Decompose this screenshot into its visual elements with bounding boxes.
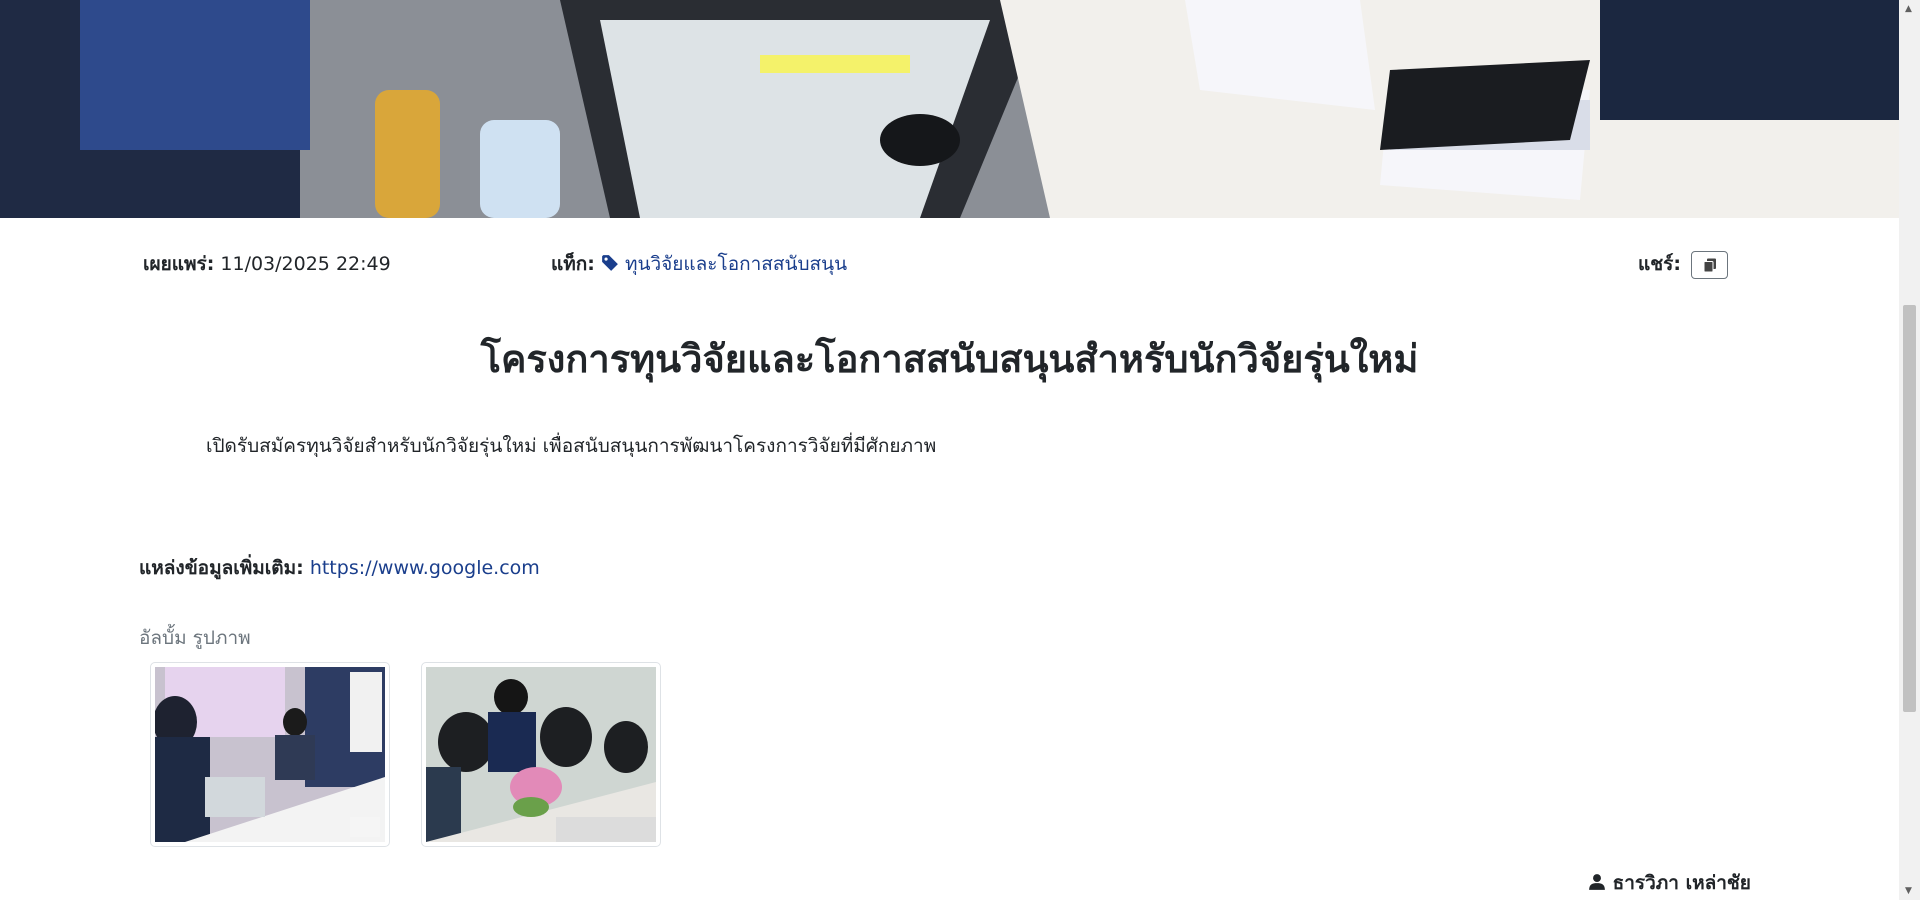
- source-section: แหล่งข้อมูลเพิ่มเติม: https://www.google…: [139, 553, 540, 583]
- album-photo-1[interactable]: [150, 662, 390, 847]
- tag-meta: แท็ก: ทุนวิจัยและโอกาสสนับสนุน: [551, 249, 847, 279]
- published-label: เผยแพร่:: [143, 253, 215, 275]
- copy-icon: [1703, 254, 1717, 276]
- tag-label: แท็ก:: [551, 253, 595, 275]
- scrollbar[interactable]: ▲ ▼: [1899, 0, 1920, 900]
- page-title: โครงการทุนวิจัยและโอกาสสนับสนุนสำหรับนัก…: [480, 337, 1419, 381]
- author: ธารวิภา เหล่าชัย: [1588, 868, 1751, 898]
- scrollbar-thumb[interactable]: [1903, 305, 1916, 712]
- share-label: แชร์:: [1638, 253, 1681, 275]
- tag-icon: [601, 253, 625, 275]
- published-meta: เผยแพร่: 11/03/2025 22:49: [143, 249, 391, 279]
- album-photo-2[interactable]: [421, 662, 661, 847]
- source-label: แหล่งข้อมูลเพิ่มเติม:: [139, 557, 304, 579]
- source-link[interactable]: https://www.google.com: [310, 557, 540, 579]
- published-date: 11/03/2025 22:49: [220, 253, 391, 275]
- article-description: เปิดรับสมัครทุนวิจัยสำหรับนักวิจัยรุ่นให…: [206, 435, 937, 457]
- album-label: อัลบั้ม รูปภาพ: [139, 627, 251, 649]
- scroll-down-icon[interactable]: ▼: [1905, 886, 1912, 896]
- hero-image: [0, 0, 1899, 218]
- copy-link-button[interactable]: [1691, 250, 1728, 279]
- tag-value: ทุนวิจัยและโอกาสสนับสนุน: [624, 253, 848, 275]
- scroll-up-icon[interactable]: ▲: [1905, 4, 1912, 14]
- share-meta: แชร์:: [1638, 249, 1728, 279]
- user-icon: [1588, 872, 1613, 894]
- tag-link[interactable]: ทุนวิจัยและโอกาสสนับสนุน: [601, 253, 847, 275]
- author-name: ธารวิภา เหล่าชัย: [1612, 872, 1751, 894]
